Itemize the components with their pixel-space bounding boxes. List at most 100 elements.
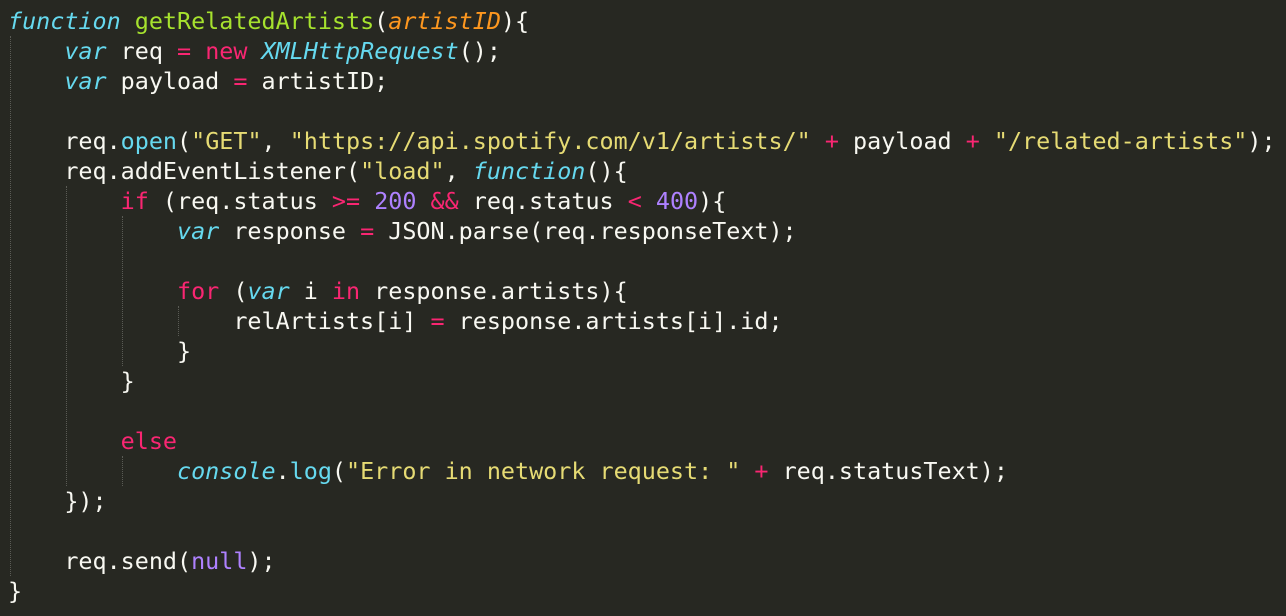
code-line[interactable]	[8, 96, 1286, 126]
code-token: &&	[430, 187, 459, 215]
code-token: ,	[261, 127, 290, 155]
code-token: +	[754, 457, 769, 485]
code-token: );	[1247, 127, 1276, 155]
code-line[interactable]: if (req.status >= 200 && req.status < 40…	[8, 186, 1286, 216]
code-token: null	[191, 547, 248, 575]
code-token: if	[120, 187, 149, 215]
code-token: var	[64, 67, 107, 95]
code-line[interactable]	[8, 396, 1286, 426]
code-token: req.statusText);	[768, 457, 1008, 485]
code-token: }	[8, 367, 135, 395]
code-token: ,	[444, 157, 473, 185]
code-token: for	[177, 277, 220, 305]
code-token: =	[360, 217, 375, 245]
code-editor[interactable]: function getRelatedArtists(artistID){ va…	[0, 0, 1286, 616]
code-line[interactable]: req.addEventListener("load", function(){	[8, 156, 1286, 186]
code-token: });	[8, 487, 107, 515]
code-line[interactable]: relArtists[i] = response.artists[i].id;	[8, 306, 1286, 336]
code-token: "load"	[360, 157, 445, 185]
code-token: JSON.parse(req.responseText);	[374, 217, 797, 245]
code-token: function	[8, 7, 121, 35]
code-block[interactable]: function getRelatedArtists(artistID){ va…	[8, 6, 1286, 606]
code-token: (	[374, 7, 389, 35]
code-token: req	[106, 37, 178, 65]
code-token: response.artists){	[360, 277, 628, 305]
code-line[interactable]: var payload = artistID;	[8, 66, 1286, 96]
code-token: new	[205, 37, 248, 65]
code-token: (	[177, 127, 192, 155]
code-line[interactable]: req.open("GET", "https://api.spotify.com…	[8, 126, 1286, 156]
code-token: 200	[374, 187, 417, 215]
code-token: ){	[698, 187, 727, 215]
code-token: "GET"	[191, 127, 262, 155]
code-line[interactable]: console.log("Error in network request: "…	[8, 456, 1286, 486]
code-token: i	[289, 277, 332, 305]
code-line[interactable]: function getRelatedArtists(artistID){	[8, 6, 1286, 36]
code-token: }	[8, 337, 192, 365]
code-token: (	[219, 277, 248, 305]
code-token: payload	[106, 67, 234, 95]
code-token: }	[8, 577, 23, 605]
code-token: in	[331, 277, 361, 305]
code-line[interactable]: var req = new XMLHttpRequest();	[8, 36, 1286, 66]
code-token: ){	[500, 7, 530, 35]
code-token: console	[177, 457, 276, 485]
code-token: function	[472, 157, 586, 185]
code-token: =	[177, 37, 192, 65]
code-token: var	[64, 37, 107, 65]
code-line[interactable]: }	[8, 336, 1286, 366]
code-line[interactable]: });	[8, 486, 1286, 516]
code-token: ();	[458, 37, 501, 65]
code-token: (	[331, 457, 347, 485]
code-token: "Error in network request: "	[346, 457, 741, 485]
code-token: var	[247, 277, 290, 305]
code-token: +	[824, 127, 839, 155]
code-token: req.send(	[8, 547, 192, 575]
code-token: 400	[655, 187, 699, 215]
code-token: log	[289, 457, 332, 485]
code-line[interactable]	[8, 246, 1286, 276]
code-token: else	[120, 427, 178, 455]
code-token: relArtists[i]	[8, 307, 431, 335]
code-token: <	[627, 187, 642, 215]
code-token: req.status	[458, 187, 628, 215]
code-token: payload	[838, 127, 966, 155]
code-token: response.artists[i].id;	[444, 307, 783, 335]
code-line[interactable]: var response = JSON.parse(req.responseTe…	[8, 216, 1286, 246]
code-token: +	[965, 127, 980, 155]
code-line[interactable]: else	[8, 426, 1286, 456]
code-token: (req.status	[148, 187, 332, 215]
code-line[interactable]: req.send(null);	[8, 546, 1286, 576]
code-token: req.addEventListener(	[8, 157, 361, 185]
code-token: var	[177, 217, 220, 245]
code-token: =	[233, 67, 248, 95]
code-token: .	[275, 457, 290, 485]
code-token: (){	[585, 157, 628, 185]
code-token: getRelatedArtists	[134, 7, 375, 35]
code-line[interactable]: }	[8, 366, 1286, 396]
code-token: =	[430, 307, 445, 335]
code-line[interactable]: }	[8, 576, 1286, 606]
code-token: >=	[331, 187, 361, 215]
code-token: XMLHttpRequest	[261, 37, 459, 65]
code-line[interactable]: for (var i in response.artists){	[8, 276, 1286, 306]
code-line[interactable]	[8, 516, 1286, 546]
code-token: response	[219, 217, 361, 245]
code-token: req.	[8, 127, 121, 155]
code-token: artistID;	[247, 67, 389, 95]
code-token: artistID	[388, 7, 501, 35]
